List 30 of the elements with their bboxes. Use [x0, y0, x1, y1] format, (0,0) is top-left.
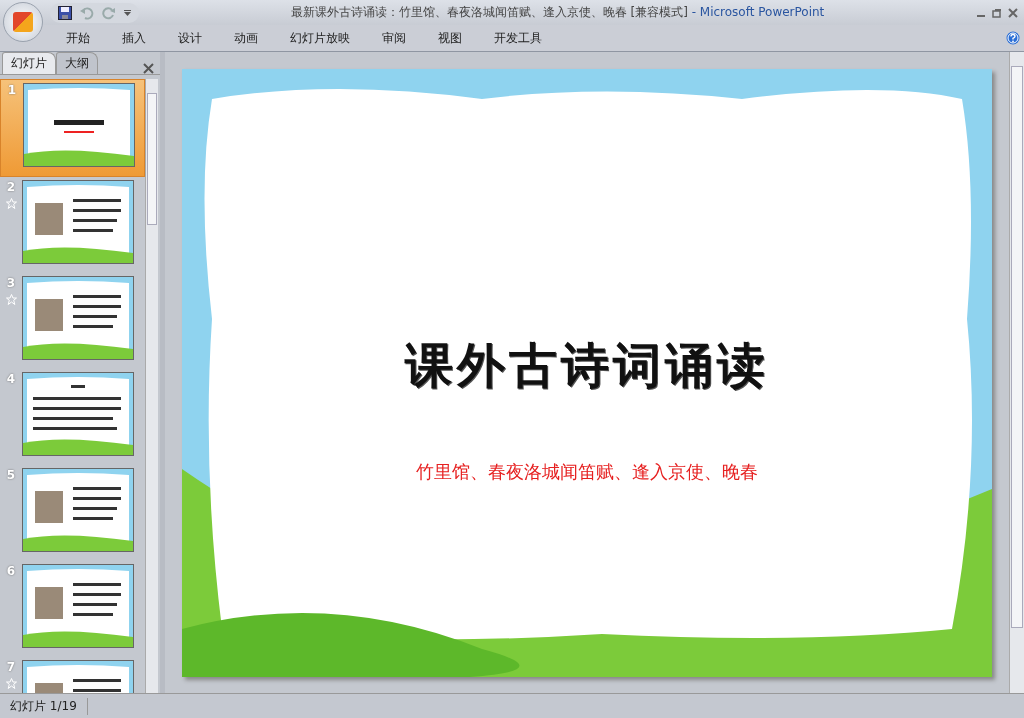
ribbon-tab[interactable]: 插入	[106, 29, 162, 47]
ribbon-tab[interactable]: 开发工具	[478, 29, 558, 47]
window-title: 最新课外古诗诵读：竹里馆、春夜洛城闻笛赋、逢入京使、晚春 [兼容模式] - Microsoft PowerPoint	[289, 4, 826, 21]
close-icon[interactable]	[1008, 7, 1018, 18]
ribbon-tab[interactable]: 幻灯片放映	[274, 29, 366, 47]
save-icon[interactable]	[58, 5, 72, 20]
slide-number: 5	[6, 468, 16, 482]
help-icon[interactable]	[1006, 31, 1020, 45]
restore-icon[interactable]	[992, 7, 1002, 18]
ribbon-tab[interactable]: 设计	[162, 29, 218, 47]
slide-number: 1	[7, 83, 17, 97]
slide-scrollbar[interactable]	[1009, 52, 1024, 693]
slide-number: 7	[6, 660, 16, 674]
slide-number: 6	[6, 564, 16, 578]
ribbon-tab[interactable]: 审阅	[366, 29, 422, 47]
slide-number: 3	[6, 276, 16, 290]
slide-number: 4	[6, 372, 16, 386]
slide-title: 课外古诗词诵读	[405, 335, 769, 395]
pane-tab[interactable]: 大纲	[56, 52, 98, 74]
dropdown-caret-icon[interactable]	[124, 9, 131, 16]
ribbon-tab[interactable]: 视图	[422, 29, 478, 47]
thumbnail-scrollbar[interactable]	[145, 79, 158, 693]
pane-tab[interactable]: 幻灯片	[2, 52, 56, 74]
office-button[interactable]	[3, 2, 43, 42]
slide-number: 2	[6, 180, 16, 194]
ribbon-tab[interactable]: 动画	[218, 29, 274, 47]
slide-counter: 幻灯片 1/19	[0, 697, 88, 715]
slide-subtitle: 竹里馆、春夜洛城闻笛赋、逢入京使、晚春	[416, 459, 758, 484]
ribbon-tab[interactable]: 开始	[50, 29, 106, 47]
close-pane-icon[interactable]	[143, 63, 154, 74]
